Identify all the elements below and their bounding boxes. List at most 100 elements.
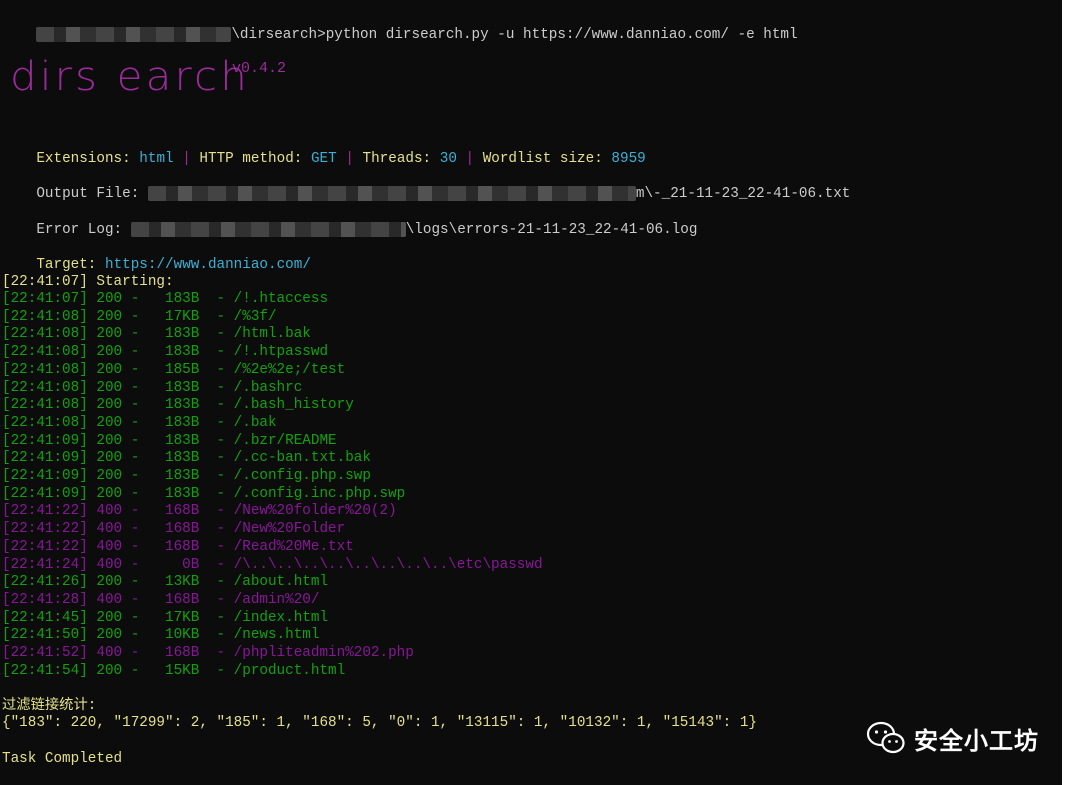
filter-title: 过滤链接统计:	[2, 698, 97, 714]
result-size: 168B	[147, 591, 200, 608]
result-status: 400 -	[87, 645, 148, 661]
result-path: - /!.htpasswd	[199, 344, 329, 361]
result-time: [22:41:08]	[2, 414, 88, 431]
result-size: 183B	[147, 432, 200, 449]
result-path: - /%3f/	[199, 308, 277, 325]
result-time: [22:41:08]	[2, 344, 88, 361]
starting-line: [22:41:07] Starting:	[2, 274, 174, 290]
result-path: - /index.html	[199, 609, 329, 626]
wordlist-label: Wordlist size:	[482, 151, 603, 167]
result-row: [22:41:08] 200 - 183B - /!.htpasswd	[2, 344, 328, 362]
result-size: 13KB	[147, 574, 200, 591]
result-status: 200 -	[87, 574, 148, 591]
result-time: [22:41:08]	[2, 308, 88, 325]
command-text: python dirsearch.py -u https://www.danni…	[325, 27, 798, 43]
result-status: 400 -	[87, 556, 148, 573]
result-size: 183B	[147, 414, 200, 431]
result-row: [22:41:08] 200 - 183B - /.bak	[2, 415, 277, 433]
result-row: [22:41:08] 200 - 183B - /.bash_history	[2, 397, 354, 415]
result-status: 200 -	[87, 627, 148, 644]
separator: |	[182, 151, 191, 167]
result-row: [22:41:26] 200 - 13KB - /about.html	[2, 574, 328, 592]
result-row: [22:41:22] 400 - 168B - /Read%20Me.txt	[2, 539, 354, 557]
command-path-suffix: \dirsearch>	[231, 27, 326, 43]
result-row: [22:41:09] 200 - 183B - /.config.inc.php…	[2, 486, 405, 504]
result-status: 200 -	[87, 361, 148, 378]
result-size: 183B	[147, 468, 200, 484]
error-log-label: Error Log:	[36, 222, 123, 238]
watermark: 安全小工坊	[866, 720, 1039, 756]
result-size: 17KB	[147, 609, 200, 626]
result-size: 183B	[147, 344, 200, 361]
result-path: - /\..\..\..\..\..\..\..\..\etc\passwd	[199, 556, 543, 573]
result-path: - /.bashrc	[199, 379, 303, 396]
result-path: - /product.html	[199, 662, 346, 679]
result-path: - /.bzr/README	[199, 432, 337, 449]
result-status: 200 -	[87, 432, 148, 449]
result-row: [22:41:22] 400 - 168B - /New%20Folder	[2, 521, 345, 539]
result-status: 200 -	[87, 450, 148, 467]
result-status: 400 -	[87, 538, 148, 555]
result-status: 400 -	[87, 503, 148, 520]
target-label: Target:	[36, 257, 97, 273]
result-status: 400 -	[87, 521, 148, 538]
result-row: [22:41:07] 200 - 183B - /!.htaccess	[2, 291, 328, 309]
result-size: 183B	[147, 379, 200, 396]
watermark-text: 安全小工坊	[914, 726, 1039, 755]
result-row: [22:41:54] 200 - 15KB - /product.html	[2, 663, 345, 681]
result-path: - /.config.php.swp	[199, 468, 371, 484]
result-time: [22:41:09]	[2, 468, 88, 484]
result-row: [22:41:08] 200 - 183B - /.bashrc	[2, 380, 302, 398]
result-size: 168B	[147, 503, 200, 520]
result-path: - /%2e%2e;/test	[199, 361, 346, 378]
result-row: [22:41:09] 200 - 183B - /.bzr/README	[2, 433, 337, 451]
result-row: [22:41:09] 200 - 183B - /.cc-ban.txt.bak	[2, 450, 371, 468]
dirsearch-logo: dirs earch	[10, 54, 250, 100]
result-size: 168B	[147, 521, 200, 538]
extensions-label: Extensions:	[36, 151, 131, 167]
result-path: - /news.html	[199, 627, 320, 644]
terminal-window[interactable]: \dirsearch>python dirsearch.py -u https:…	[0, 0, 1062, 785]
result-status: 200 -	[87, 485, 148, 502]
result-path: - /phpliteadmin%202.php	[199, 645, 414, 661]
result-time: [22:41:50]	[2, 627, 88, 644]
result-size: 15KB	[147, 662, 200, 679]
result-row: [22:41:08] 200 - 185B - /%2e%2e;/test	[2, 362, 345, 380]
result-time: [22:41:26]	[2, 574, 88, 591]
result-time: [22:41:52]	[2, 645, 88, 661]
result-path: - /.bash_history	[199, 397, 354, 414]
threads-label: Threads:	[362, 151, 432, 167]
version-label: v0.4.2	[232, 60, 287, 77]
result-size: 0B	[147, 556, 200, 573]
result-path: - /Read%20Me.txt	[199, 538, 354, 555]
result-path: - /!.htaccess	[199, 291, 329, 307]
result-time: [22:41:09]	[2, 485, 88, 502]
result-status: 200 -	[87, 397, 148, 414]
result-time: [22:41:54]	[2, 662, 88, 679]
output-file-label: Output File:	[36, 186, 140, 202]
result-time: [22:41:07]	[2, 291, 88, 307]
method-value: GET	[310, 151, 337, 167]
result-status: 200 -	[87, 344, 148, 361]
task-completed: Task Completed	[2, 751, 123, 767]
result-size: 183B	[147, 485, 200, 502]
redacted-path	[36, 26, 232, 42]
result-size: 183B	[147, 450, 200, 467]
result-time: [22:41:09]	[2, 432, 88, 449]
result-status: 400 -	[87, 591, 148, 608]
error-log-suffix: \logs\errors-21-11-23_22-41-06.log	[405, 222, 698, 238]
result-path: - /html.bak	[199, 326, 311, 343]
result-size: 168B	[147, 645, 200, 661]
result-path: - /New%20folder%20(2)	[199, 503, 397, 520]
scrollbar[interactable]	[1062, 0, 1080, 785]
result-time: [22:41:24]	[2, 556, 88, 573]
result-path: - /.config.inc.php.swp	[199, 485, 406, 502]
result-row: [22:41:08] 200 - 183B - /html.bak	[2, 326, 311, 344]
result-row: [22:41:50] 200 - 10KB - /news.html	[2, 627, 319, 645]
result-status: 200 -	[87, 414, 148, 431]
result-size: 168B	[147, 538, 200, 555]
result-time: [22:41:09]	[2, 450, 88, 467]
result-time: [22:41:28]	[2, 591, 88, 608]
result-row: [22:41:08] 200 - 17KB - /%3f/	[2, 309, 277, 327]
result-time: [22:41:08]	[2, 326, 88, 343]
